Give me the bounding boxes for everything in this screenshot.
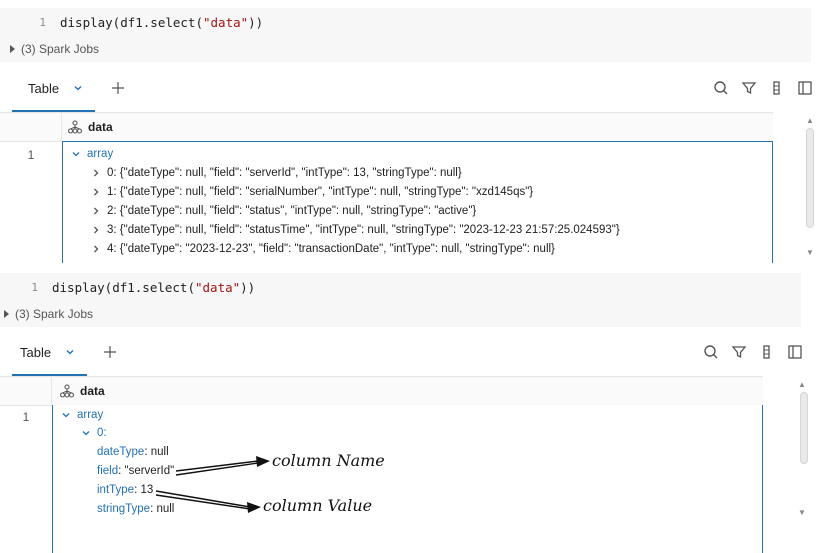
bottom-panel: 1 display(df1.select("data")) (3) Spark … <box>0 267 821 553</box>
chevron-right-icon <box>94 226 99 234</box>
filter-icon[interactable] <box>741 80 757 96</box>
line-number: 1 <box>39 15 46 29</box>
grid-header: data <box>0 376 763 406</box>
tab-table[interactable]: Table <box>0 64 96 112</box>
data-cell[interactable]: array 0: {"dateType": null, "field": "se… <box>62 141 773 263</box>
field-value: null <box>150 446 169 458</box>
vertical-scrollbar[interactable] <box>806 128 814 228</box>
array-item[interactable]: 3: {"dateType": null, "field": "statusTi… <box>91 224 620 236</box>
chevron-down-icon <box>62 413 70 418</box>
vertical-scrollbar[interactable] <box>800 392 808 464</box>
add-tab-icon[interactable] <box>111 81 125 95</box>
column-header-data[interactable]: data <box>60 377 105 405</box>
array-label: array <box>77 409 104 421</box>
toolbar-actions <box>713 64 813 112</box>
array-index-node[interactable]: 0: <box>81 427 107 439</box>
field-row: field: "serverId" <box>97 465 175 477</box>
top-panel: 1 display(df1.select("data")) (3) Spark … <box>0 0 821 263</box>
spark-jobs-toggle[interactable]: (3) Spark Jobs <box>0 301 801 327</box>
field-row: intType: 13 <box>97 484 154 496</box>
scroll-down-arrow-icon[interactable]: ▼ <box>798 508 806 517</box>
field-row: stringType: null <box>97 503 175 515</box>
search-icon[interactable] <box>713 80 729 96</box>
chevron-right-icon <box>94 245 99 253</box>
search-icon[interactable] <box>703 344 719 360</box>
line-number: 1 <box>31 280 38 294</box>
chevron-down-icon[interactable] <box>73 83 83 93</box>
tab-table-label: Table <box>20 344 52 360</box>
row-number: 1 <box>22 410 30 424</box>
caret-right-icon <box>10 45 15 53</box>
struct-type-icon <box>60 384 74 398</box>
array-node[interactable]: array <box>71 148 113 160</box>
chevron-down-icon <box>72 152 80 157</box>
code-cell[interactable]: 1 display(df1.select("data")) <box>0 273 801 301</box>
filter-icon[interactable] <box>731 344 747 360</box>
sidebar-panel-icon[interactable] <box>797 80 813 96</box>
data-cell[interactable]: array 0: dateType: null field: "serverId… <box>52 405 763 553</box>
struct-type-icon <box>68 120 82 134</box>
scroll-up-arrow-icon[interactable]: ▲ <box>798 380 806 389</box>
code-cell[interactable]: 1 display(df1.select("data")) <box>0 8 811 36</box>
array-item[interactable]: 2: {"dateType": null, "field": "status",… <box>91 205 476 217</box>
array-item[interactable]: 0: {"dateType": null, "field": "serverId… <box>91 167 462 179</box>
chevron-right-icon <box>94 169 99 177</box>
code-text: display(df1.select("data")) <box>60 14 264 30</box>
spark-jobs-label: (3) Spark Jobs <box>21 42 100 56</box>
field-key: field <box>97 465 119 477</box>
chevron-right-icon <box>94 207 99 215</box>
row-number: 1 <box>27 148 35 162</box>
chevron-down-icon <box>82 431 90 436</box>
toolbar-actions <box>703 328 803 376</box>
array-label: array <box>87 148 114 160</box>
add-tab-icon[interactable] <box>103 345 117 359</box>
caret-right-icon <box>4 310 9 318</box>
column-settings-icon[interactable] <box>769 80 785 96</box>
result-toolbar: Table <box>0 328 821 376</box>
grid-header: data <box>0 112 773 142</box>
annotation-column-name: column Name <box>272 451 385 470</box>
result-toolbar: Table <box>0 64 821 112</box>
tab-table-label: Table <box>28 80 60 96</box>
sidebar-panel-icon[interactable] <box>787 344 803 360</box>
chevron-down-icon[interactable] <box>65 347 75 357</box>
field-value: 13 <box>140 484 154 496</box>
array-item[interactable]: 4: {"dateType": "2023-12-23", "field": "… <box>91 243 555 255</box>
code-text: display(df1.select("data")) <box>52 279 256 295</box>
annotation-column-value: column Value <box>263 496 373 515</box>
field-row: dateType: null <box>97 446 169 458</box>
field-value: null <box>156 503 175 515</box>
column-header-label: data <box>88 120 113 134</box>
tab-table[interactable]: Table <box>0 328 88 376</box>
array-item[interactable]: 1: {"dateType": null, "field": "serialNu… <box>91 186 533 198</box>
field-key: intType <box>97 484 135 496</box>
spark-jobs-toggle[interactable]: (3) Spark Jobs <box>0 36 811 62</box>
array-node[interactable]: array <box>61 409 103 421</box>
column-header-data[interactable]: data <box>68 113 113 141</box>
field-key: dateType <box>97 446 145 458</box>
chevron-right-icon <box>94 188 99 196</box>
column-settings-icon[interactable] <box>759 344 775 360</box>
column-header-label: data <box>80 384 105 398</box>
field-key: stringType <box>97 503 151 515</box>
scroll-down-arrow-icon[interactable]: ▼ <box>806 248 814 257</box>
field-value: "serverId" <box>124 465 175 477</box>
scroll-up-arrow-icon[interactable]: ▲ <box>806 116 814 125</box>
spark-jobs-label: (3) Spark Jobs <box>15 307 94 321</box>
index-label: 0: <box>97 427 107 439</box>
